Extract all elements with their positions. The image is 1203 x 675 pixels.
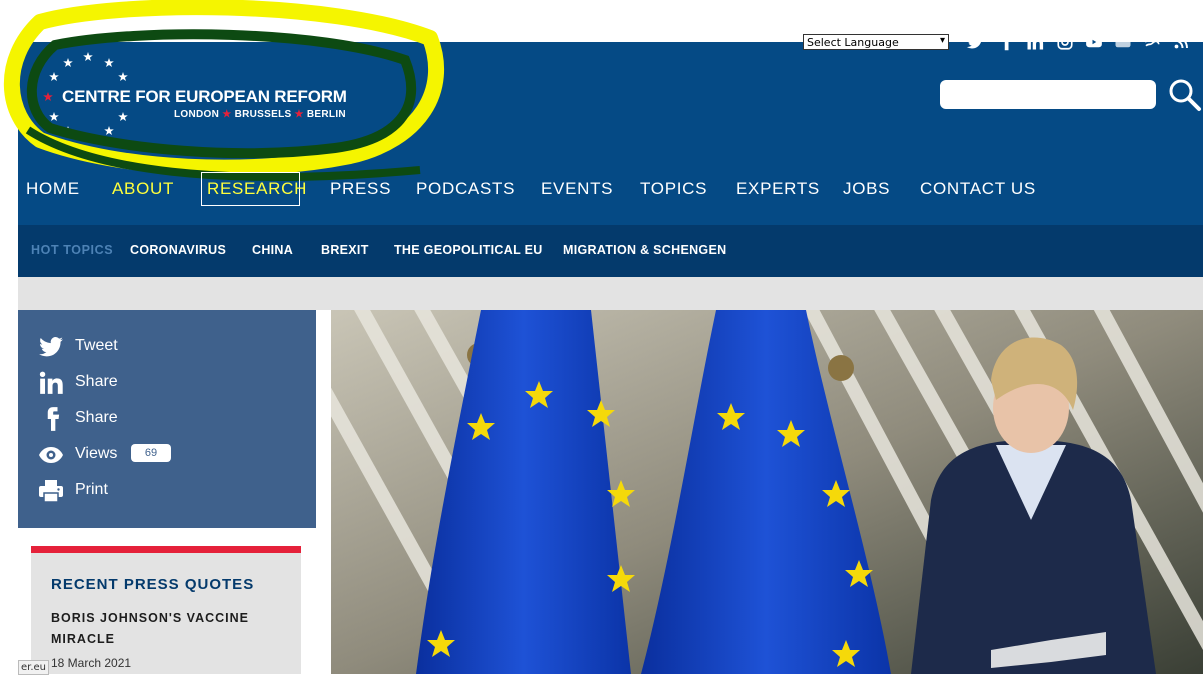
nav-events[interactable]: EVENTS — [541, 180, 613, 198]
nav-about[interactable]: ABOUT — [112, 180, 174, 198]
views-count-badge: 69 — [131, 444, 171, 462]
nav-contact-us[interactable]: CONTACT US — [920, 180, 1036, 198]
hot-topics-label: HOT TOPICS — [31, 243, 114, 257]
facebook-share-label: Share — [75, 409, 118, 426]
search-icon[interactable] — [1168, 78, 1202, 112]
nav-experts[interactable]: EXPERTS — [736, 180, 820, 198]
nav-press[interactable]: PRESS — [330, 180, 391, 198]
hot-topic-migration-schengen[interactable]: MIGRATION & SCHENGEN — [563, 243, 726, 257]
nav-podcasts[interactable]: PODCASTS — [416, 180, 515, 198]
tweet-label: Tweet — [75, 337, 118, 354]
nav-topics[interactable]: TOPICS — [640, 180, 707, 198]
press-quotes-accent-bar — [31, 546, 301, 553]
press-quote-date: 18 March 2021 — [51, 656, 132, 670]
nav-research[interactable]: RESEARCH — [207, 180, 307, 198]
hot-topic-china[interactable]: CHINA — [252, 243, 293, 257]
hero-image — [331, 310, 1203, 674]
soundcloud-icon[interactable] — [1143, 33, 1161, 51]
logo-cities: LONDON ★ BRUSSELS ★ BERLIN — [174, 109, 346, 120]
linkedin-icon[interactable] — [1026, 33, 1044, 51]
facebook-icon[interactable] — [998, 33, 1016, 51]
chevron-down-icon: ▾ — [939, 35, 945, 46]
linkedin-icon — [39, 371, 63, 394]
language-select-value: Select Language — [807, 36, 899, 49]
status-bar-url: er.eu — [18, 660, 50, 675]
logo-city-brussels: BRUSSELS — [234, 109, 292, 120]
eye-icon — [39, 447, 63, 463]
logo-title[interactable]: CENTRE FOR EUROPEAN REFORM — [62, 87, 347, 107]
nav-home[interactable]: HOME — [26, 180, 80, 198]
grey-spacer-bar — [18, 277, 1203, 310]
views-label: Views — [75, 445, 118, 462]
press-quote-headline[interactable]: BORIS JOHNSON'S VACCINE MIRACLE — [51, 608, 281, 650]
search-input[interactable] — [940, 80, 1156, 109]
language-select[interactable]: Select Language ▾ — [803, 34, 949, 50]
flickr-icon[interactable] — [1114, 33, 1132, 51]
logo-city-berlin: BERLIN — [306, 109, 346, 120]
twitter-icon[interactable] — [966, 33, 984, 51]
logo-city-london: LONDON — [174, 109, 220, 120]
hero-photo-eu-flags — [331, 310, 1203, 674]
hot-topic-geopolitical-eu[interactable]: THE GEOPOLITICAL EU — [394, 243, 543, 257]
twitter-icon — [39, 337, 63, 357]
instagram-icon[interactable] — [1056, 33, 1074, 51]
linkedin-share-label: Share — [75, 373, 118, 390]
hot-topic-brexit[interactable]: BREXIT — [321, 243, 369, 257]
nav-jobs[interactable]: JOBS — [843, 180, 890, 198]
youtube-icon[interactable] — [1085, 33, 1103, 51]
hot-topic-coronavirus[interactable]: CORONAVIRUS — [130, 243, 226, 257]
rss-icon[interactable] — [1172, 33, 1190, 51]
press-quotes-title: RECENT PRESS QUOTES — [51, 576, 255, 593]
printer-icon — [39, 480, 63, 503]
print-label: Print — [75, 481, 108, 498]
facebook-icon — [47, 407, 60, 431]
